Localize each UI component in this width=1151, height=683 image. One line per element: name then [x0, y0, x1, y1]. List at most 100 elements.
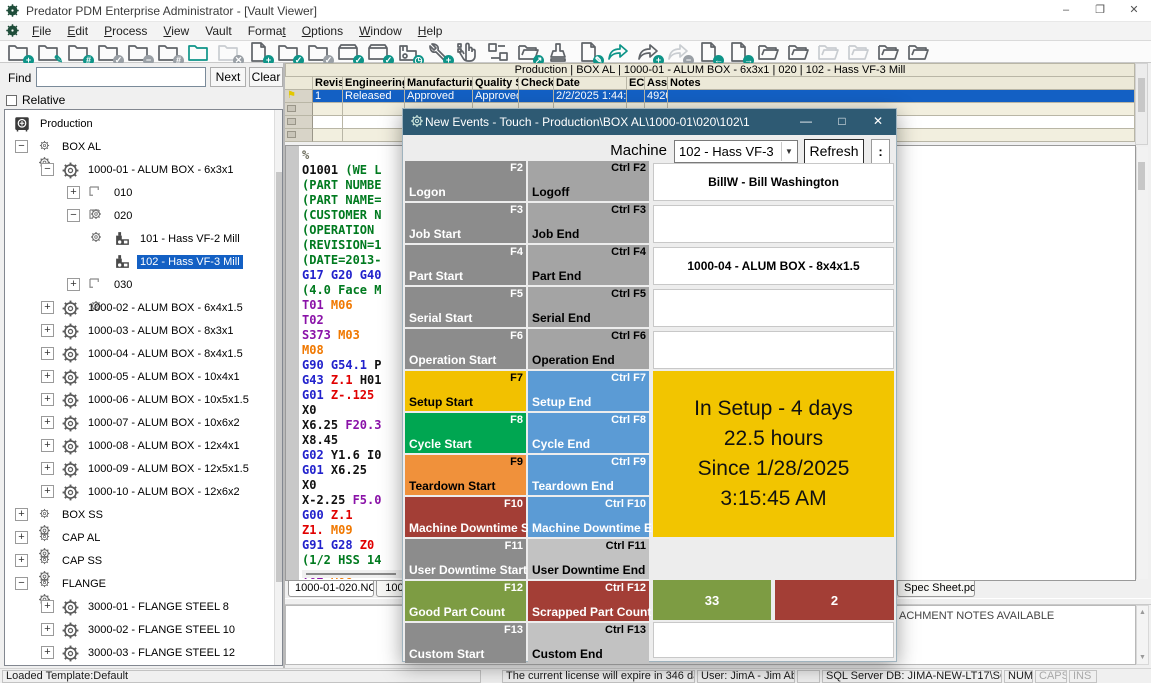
menu-window[interactable]: Window [351, 24, 410, 38]
dialog-maximize-button[interactable]: □ [824, 109, 860, 135]
grid-row-icon-cell[interactable] [285, 116, 313, 129]
expand-icon[interactable]: + [41, 301, 54, 314]
attachment-scrollbar[interactable] [1136, 147, 1148, 579]
tree-item[interactable]: +010 [5, 182, 282, 205]
event-button-job-start[interactable]: F3Job Start [405, 203, 526, 243]
tree-item-label[interactable]: BOX AL [59, 140, 104, 154]
grid-cell[interactable] [627, 90, 645, 103]
event-button-cycle-start[interactable]: F8Cycle Start [405, 413, 526, 453]
expand-icon[interactable]: + [41, 439, 54, 452]
open-folder-icon-1[interactable] [756, 40, 782, 64]
delete-folder-icon[interactable]: ✕ [216, 40, 242, 64]
grid-header-Revision[interactable]: Revision [313, 77, 343, 90]
tree-item[interactable]: +3000-02 - FLANGE STEEL 10 [5, 619, 282, 642]
grid-header-Date[interactable]: Date [554, 77, 627, 90]
tree-item[interactable]: +1000-10 - ALUM BOX - 12x6x2 [5, 481, 282, 504]
tree-item-label[interactable]: 3000-02 - FLANGE STEEL 10 [85, 623, 238, 637]
grid-cell[interactable]: Approved [473, 90, 519, 103]
touch-events-icon[interactable] [456, 40, 482, 64]
nc-code[interactable]: %O1001 (WE L(PART NUMBE(PART NAME=(CUSTO… [302, 148, 382, 583]
menu-process[interactable]: Process [96, 24, 155, 38]
tree-item[interactable]: +030 [5, 274, 282, 297]
tree-item-label[interactable]: 1000-02 - ALUM BOX - 6x4x1.5 [85, 301, 246, 315]
collapse-icon[interactable]: − [15, 140, 28, 153]
add-tool-icon[interactable]: + [426, 40, 452, 64]
dialog-close-button[interactable]: ✕ [860, 109, 896, 135]
tree-item-label[interactable]: 1000-07 - ALUM BOX - 10x6x2 [85, 416, 243, 430]
share-remove-icon[interactable]: − [666, 40, 692, 64]
event-button-setup-end[interactable]: Ctrl F7Setup End [528, 371, 649, 411]
event-button-operation-end[interactable]: Ctrl F6Operation End [528, 329, 649, 369]
relative-checkbox[interactable] [6, 95, 17, 106]
compare-icon[interactable] [486, 40, 512, 64]
event-button-job-end[interactable]: Ctrl F3Job End [528, 203, 649, 243]
event-button-scrapped-part-count[interactable]: Ctrl F12Scrapped Part Count [528, 581, 649, 621]
tree-item[interactable]: +1000-06 - ALUM BOX - 10x5x1.5 [5, 389, 282, 412]
collapse-icon[interactable]: − [67, 209, 80, 222]
grid-cell[interactable] [343, 103, 405, 116]
chevron-down-icon[interactable]: ▼ [781, 142, 796, 161]
tree-item[interactable]: +3000-03 - FLANGE STEEL 12 [5, 642, 282, 665]
machine-schedule-icon[interactable]: ◷ [396, 40, 422, 64]
grid-cell[interactable]: 2/2/2025 1:44:49 AM [554, 90, 627, 103]
check-folder-icon[interactable]: ✓ [306, 40, 332, 64]
scroll-up-icon[interactable]: ▲ [1137, 609, 1148, 616]
expand-icon[interactable]: + [15, 554, 28, 567]
event-button-setup-start[interactable]: F7Setup Start [405, 371, 526, 411]
new-folder-icon[interactable]: + [6, 40, 32, 64]
tab-spec-sheet[interactable]: Spec Sheet.pdf [897, 581, 975, 597]
tree-item-label[interactable]: CAP AL [59, 531, 103, 545]
grid-cell[interactable]: Approved [405, 90, 473, 103]
event-button-custom-start[interactable]: F13Custom Start [405, 623, 526, 663]
expand-icon[interactable]: + [41, 416, 54, 429]
tree-item-label[interactable]: 3000-03 - FLANGE STEEL 12 [85, 646, 238, 660]
grid-header-Notes[interactable]: Notes [668, 77, 1135, 90]
find-next-button[interactable]: Next [210, 67, 246, 87]
event-button-teardown-end[interactable]: Ctrl F9Teardown End [528, 455, 649, 495]
expand-icon[interactable]: + [41, 370, 54, 383]
grid-header-Engineering Status[interactable]: Engineering Status [343, 77, 405, 90]
new-numbered-folder-icon[interactable]: # [66, 40, 92, 64]
expand-icon[interactable]: + [41, 623, 54, 636]
event-button-operation-start[interactable]: F6Operation Start [405, 329, 526, 369]
event-button-good-part-count[interactable]: F12Good Part Count [405, 581, 526, 621]
event-button-part-start[interactable]: F4Part Start [405, 245, 526, 285]
expand-icon[interactable]: + [41, 347, 54, 360]
expand-icon[interactable]: + [41, 600, 54, 613]
expand-icon[interactable]: + [41, 324, 54, 337]
event-button-machine-downtime-start[interactable]: F10Machine Downtime Start [405, 497, 526, 537]
tree-item-label[interactable]: 010 [111, 186, 135, 200]
restore-button[interactable]: ❐ [1083, 0, 1117, 22]
grid-header-Manufacturing Status[interactable]: Manufacturing Status [405, 77, 473, 90]
grid-cell[interactable] [343, 116, 405, 129]
tree-item-label[interactable]: CAP SS [59, 554, 105, 568]
event-button-custom-end[interactable]: Ctrl F13Custom End [528, 623, 649, 663]
edit-folder-icon[interactable]: ✎ [36, 40, 62, 64]
expand-icon[interactable]: + [41, 485, 54, 498]
dialog-menu-button[interactable]: : [871, 139, 890, 164]
stamp-icon[interactable] [546, 40, 572, 64]
add-document-icon[interactable]: + [246, 40, 272, 64]
dialog-minimize-button[interactable]: — [788, 109, 824, 135]
tree-item-label[interactable]: 1000-03 - ALUM BOX - 8x3x1 [85, 324, 237, 338]
tree-item[interactable]: +1000-02 - ALUM BOX - 6x4x1.5 [5, 297, 282, 320]
event-button-machine-downtime-end[interactable]: Ctrl F10Machine Downtime End [528, 497, 649, 537]
tree-item[interactable]: Production [5, 113, 282, 136]
tree-item[interactable]: +BOX SS [5, 504, 282, 527]
tree-item[interactable]: +3000-01 - FLANGE STEEL 8 [5, 596, 282, 619]
tab-nc-file[interactable]: 1000-01-020.NC [288, 581, 374, 597]
numbered-folder-icon[interactable]: # [156, 40, 182, 64]
find-clear-button[interactable]: Clear [249, 67, 283, 87]
grid-cell[interactable] [519, 90, 554, 103]
event-button-logon[interactable]: F2Logon [405, 161, 526, 201]
open-folder-icon-4[interactable] [846, 40, 872, 64]
tree-item[interactable]: −020 [5, 205, 282, 228]
menu-help[interactable]: Help [410, 24, 451, 38]
tree-item[interactable]: +1000-04 - ALUM BOX - 8x4x1.5 [5, 343, 282, 366]
grid-cell[interactable] [313, 116, 343, 129]
event-button-user-downtime-start[interactable]: F11User Downtime Start [405, 539, 526, 579]
grid-cell[interactable] [313, 103, 343, 116]
tree-item-label[interactable]: BOX SS [59, 508, 106, 522]
scroll-down-icon[interactable]: ▼ [1137, 654, 1148, 661]
tree-item-label[interactable]: 3000-01 - FLANGE STEEL 8 [85, 600, 232, 614]
